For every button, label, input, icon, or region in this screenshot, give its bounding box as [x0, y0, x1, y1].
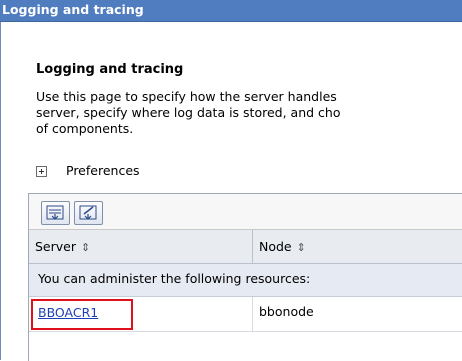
table-cell-node: bbonode: [252, 297, 462, 331]
highlight-box: BBOACR1: [31, 299, 133, 330]
node-value: bbonode: [259, 304, 314, 319]
description-line: server, specify where log data is stored…: [36, 105, 341, 120]
column-header-node[interactable]: Node ⇕: [252, 230, 462, 263]
deselect-all-button[interactable]: [74, 201, 103, 225]
preferences-label[interactable]: Preferences: [66, 163, 140, 178]
column-label-node: Node: [259, 239, 292, 254]
info-message: You can administer the following resourc…: [38, 271, 311, 286]
table-row: BBOACR1 bbonode: [29, 297, 462, 332]
title-bar: Logging and tracing: [0, 0, 462, 22]
expand-icon[interactable]: [36, 166, 47, 177]
select-all-button[interactable]: [41, 201, 70, 225]
server-link-bboacr1[interactable]: BBOACR1: [38, 305, 98, 320]
column-label-server: Server: [35, 239, 76, 254]
sort-icon[interactable]: ⇕: [81, 241, 90, 254]
window-title: Logging and tracing: [2, 2, 144, 17]
description-line: of components.: [36, 121, 134, 136]
table-header: Server ⇕ Node ⇕: [29, 230, 462, 264]
sort-icon[interactable]: ⇕: [297, 241, 306, 254]
table-info-row: You can administer the following resourc…: [29, 264, 462, 297]
resources-table: Server ⇕ Node ⇕ You can administer the fol…: [28, 193, 462, 361]
page-description: Use this page to specify how the server …: [36, 89, 462, 137]
column-header-server[interactable]: Server ⇕: [35, 230, 235, 263]
page-title: Logging and tracing: [36, 62, 184, 77]
description-line: Use this page to specify how the server …: [36, 89, 337, 104]
table-toolbar: [29, 194, 462, 230]
